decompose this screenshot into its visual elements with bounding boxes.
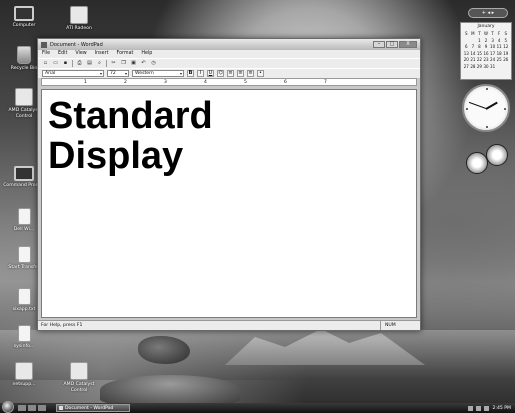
browser-icon[interactable] (38, 405, 46, 411)
system-tray: 2:45 PM (468, 405, 515, 411)
ruler[interactable]: 1 2 3 4 5 6 7 (41, 78, 417, 86)
taskbar-clock[interactable]: 2:45 PM (492, 406, 511, 411)
document-line: Standard (48, 95, 213, 137)
menu-file[interactable]: File (42, 50, 50, 58)
wallpaper-foreground-rock (100, 375, 240, 405)
print-preview-icon[interactable]: ▤ (86, 60, 93, 67)
format-toolbar: Arial ▾ 72 ▾ Western ▾ B I U ⌬ ≡ ≡ ≡ • (38, 68, 420, 78)
wallpaper-rock (138, 336, 190, 364)
new-icon[interactable]: ▫ (42, 60, 49, 67)
align-left-button[interactable]: ≡ (227, 70, 234, 77)
network-icon (15, 362, 33, 380)
italic-button[interactable]: I (197, 70, 204, 77)
close-button[interactable]: X (399, 41, 417, 48)
toolbar-separator (72, 60, 73, 67)
command-prompt-icon (14, 166, 34, 181)
date-time-icon[interactable]: ◷ (150, 60, 157, 67)
cpu-meter-gadget[interactable] (466, 144, 510, 176)
text-file-icon (17, 288, 31, 305)
save-icon[interactable]: ▪ (62, 60, 69, 67)
open-icon[interactable]: ▭ (52, 60, 59, 67)
network-icon[interactable] (468, 405, 474, 411)
window-titlebar[interactable]: Document - WordPad – □ X (38, 39, 420, 50)
document-icon (17, 246, 31, 263)
status-num-indicator: NUM (380, 321, 420, 330)
menu-help[interactable]: Help (141, 50, 152, 58)
computer-icon (14, 6, 34, 21)
cpu-dial-icon (466, 152, 488, 174)
paste-icon[interactable]: ▣ (130, 60, 137, 67)
document-area[interactable]: Standard Display (41, 89, 417, 318)
sidebar-add-gadget[interactable]: + ◂ ▸ (468, 8, 508, 18)
show-desktop-icon[interactable] (18, 405, 26, 411)
document-icon (17, 208, 31, 225)
bold-button[interactable]: B (187, 70, 194, 77)
toolbar-separator (106, 60, 107, 67)
menu-format[interactable]: Format (116, 50, 133, 58)
font-size-select[interactable]: 72 ▾ (107, 70, 129, 77)
clock-gadget[interactable] (462, 84, 510, 132)
memory-dial-icon (486, 144, 508, 166)
align-center-button[interactable]: ≡ (237, 70, 244, 77)
calendar-gadget[interactable]: January S M T W T F S 12345 6 7 8 9 10 11 12 1… (460, 22, 512, 80)
document-line: Display (48, 135, 184, 177)
status-help-text: For Help, press F1 (41, 323, 83, 328)
ati-icon (70, 6, 88, 24)
bullets-button[interactable]: • (257, 70, 264, 77)
standard-toolbar: ▫ ▭ ▪ ⎙ ▤ ⌕ ✂ ❐ ▣ ↶ ◷ (38, 58, 420, 68)
align-right-button[interactable]: ≡ (247, 70, 254, 77)
switch-windows-icon[interactable] (28, 405, 36, 411)
amd-icon (70, 362, 88, 380)
undo-icon[interactable]: ↶ (140, 60, 147, 67)
print-icon[interactable]: ⎙ (76, 60, 83, 67)
underline-button[interactable]: U (207, 70, 214, 77)
font-name-select[interactable]: Arial ▾ (42, 70, 104, 77)
menu-view[interactable]: View (75, 50, 86, 58)
wordpad-icon (41, 41, 47, 48)
calendar-month: January (477, 24, 495, 29)
script-select[interactable]: Western ▾ (132, 70, 184, 77)
color-button[interactable]: ⌬ (217, 70, 224, 77)
application-icon (15, 88, 33, 106)
desktop-icon-netsupp[interactable]: netsupp... (0, 362, 48, 388)
menu-insert[interactable]: Insert (95, 50, 109, 58)
window-title: Document - WordPad (50, 41, 103, 48)
copy-icon[interactable]: ❐ (120, 60, 127, 67)
desktop-icon-amd-catalyst[interactable]: AMD Catalyst Control (55, 362, 103, 393)
clock-minute-hand (468, 101, 487, 109)
start-button[interactable] (2, 401, 14, 413)
clock-hour-hand (485, 101, 498, 110)
volume-icon[interactable] (476, 405, 482, 411)
wordpad-window[interactable]: Document - WordPad – □ X File Edit View … (37, 38, 421, 331)
taskbar-item-wordpad[interactable]: Document - WordPad (56, 404, 130, 412)
desktop-icon-computer[interactable]: Computer (0, 6, 48, 29)
calendar-week: 27 28 29 30 31 (463, 63, 496, 69)
recycle-bin-icon (17, 46, 31, 64)
find-icon[interactable]: ⌕ (96, 60, 103, 67)
status-bar: For Help, press F1 NUM (38, 320, 420, 330)
cut-icon[interactable]: ✂ (110, 60, 117, 67)
menu-edit[interactable]: Edit (58, 50, 67, 58)
menu-bar: File Edit View Insert Format Help (38, 50, 420, 58)
power-icon[interactable] (484, 405, 490, 411)
document-icon (17, 325, 31, 342)
desktop-icon-ati[interactable]: ATI Radeon (55, 6, 103, 32)
maximize-button[interactable]: □ (386, 41, 398, 48)
minimize-button[interactable]: – (373, 41, 385, 48)
taskbar: Document - WordPad 2:45 PM (0, 401, 515, 413)
